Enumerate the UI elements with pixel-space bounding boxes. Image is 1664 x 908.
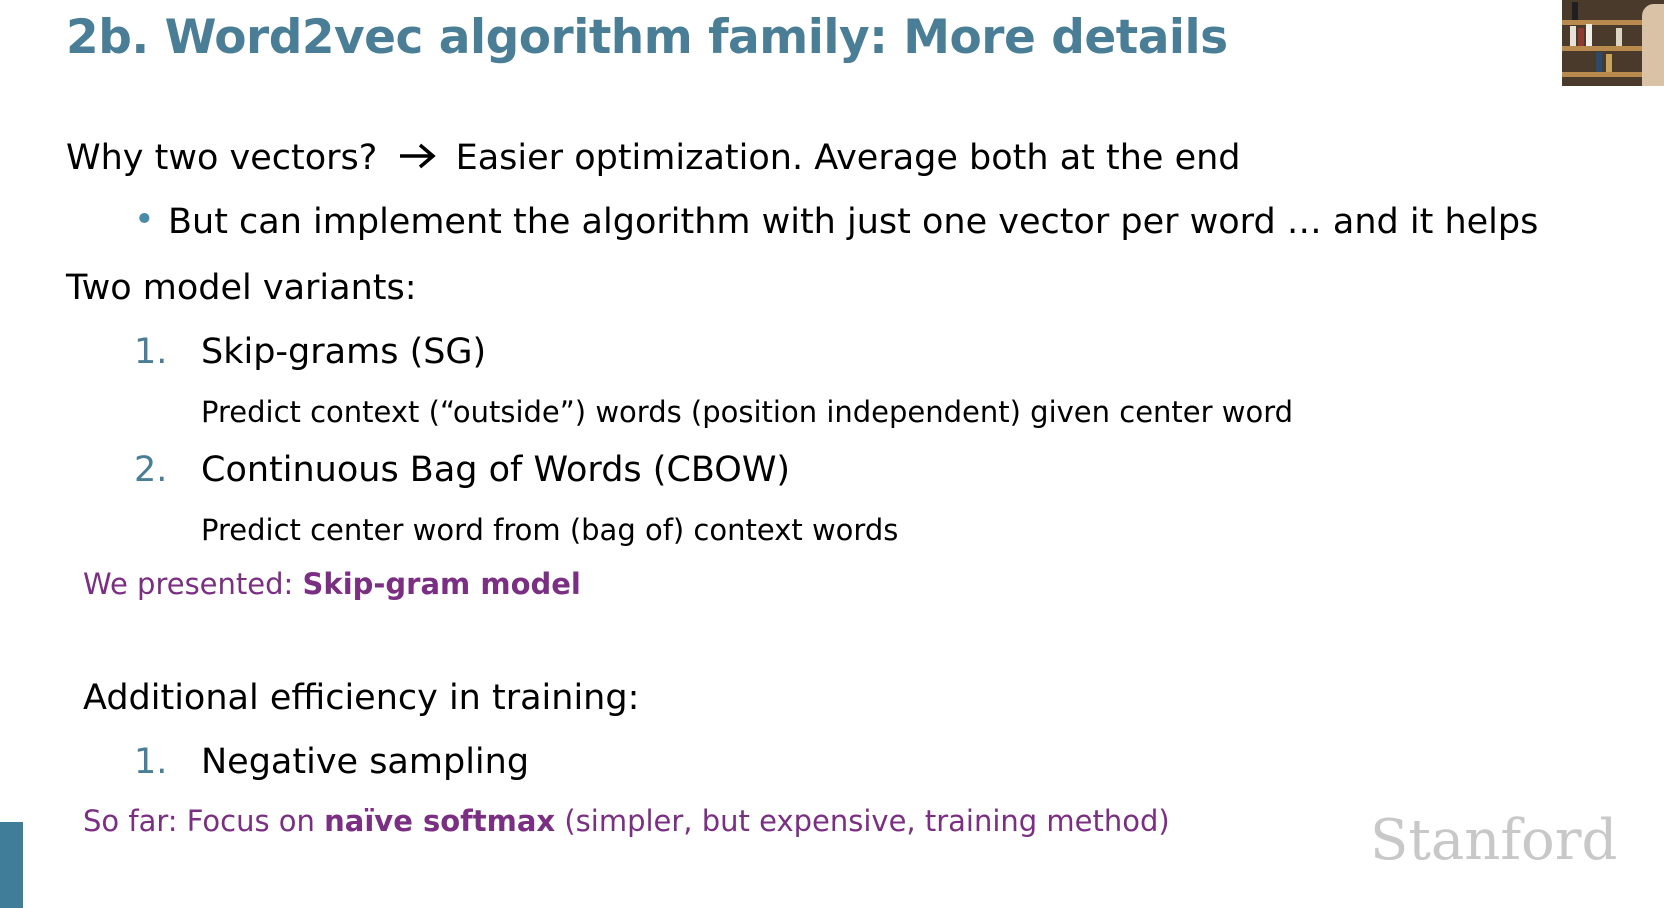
variant-number-2: 2. <box>134 450 168 490</box>
variant-name-1: Skip-grams (SG) <box>201 332 487 372</box>
slide: 2b. Word2vec algorithm family: More deta… <box>0 0 1664 908</box>
book <box>1596 52 1602 72</box>
sofar-note-suffix: (simpler, but expensive, training method… <box>555 804 1170 838</box>
variant-number-1: 1. <box>134 332 168 372</box>
why-question: Why two vectors? <box>66 138 378 178</box>
variant-name-2: Continuous Bag of Words (CBOW) <box>201 450 791 490</box>
book <box>1570 26 1576 46</box>
book <box>1606 54 1612 72</box>
webcam-thumbnail <box>1562 0 1664 86</box>
efficiency-item-1: Negative sampling <box>201 742 530 782</box>
bullet-text: But can implement the algorithm with jus… <box>168 202 1539 242</box>
sofar-note-prefix: So far: Focus on <box>83 804 325 838</box>
variant-description-1: Predict context (“outside”) words (posit… <box>201 395 1294 429</box>
presented-note-bold: Skip-gram model <box>302 567 581 601</box>
sofar-note: So far: Focus on naïve softmax (simpler,… <box>83 804 1170 838</box>
presenter-figure <box>1642 4 1664 86</box>
book <box>1578 28 1584 46</box>
why-answer: Easier optimization. Average both at the… <box>455 138 1241 178</box>
accent-bar <box>0 822 23 908</box>
variant-description-2: Predict center word from (bag of) contex… <box>201 513 899 547</box>
book <box>1586 24 1592 46</box>
why-two-vectors-line: Why two vectors? Easier optimization. Av… <box>66 138 1241 179</box>
variants-heading: Two model variants: <box>66 268 417 308</box>
slide-title: 2b. Word2vec algorithm family: More deta… <box>66 10 1228 65</box>
efficiency-number-1: 1. <box>134 742 168 782</box>
sofar-note-bold: naïve softmax <box>324 804 556 838</box>
bullet-dot-icon: • <box>134 200 155 240</box>
presented-note: We presented: Skip-gram model <box>83 567 581 601</box>
right-arrow-icon <box>398 139 438 179</box>
efficiency-heading: Additional efficiency in training: <box>83 678 640 718</box>
presented-note-prefix: We presented: <box>83 567 303 601</box>
book <box>1572 2 1578 20</box>
book <box>1616 28 1622 46</box>
stanford-logo: Stanford <box>1370 808 1618 873</box>
